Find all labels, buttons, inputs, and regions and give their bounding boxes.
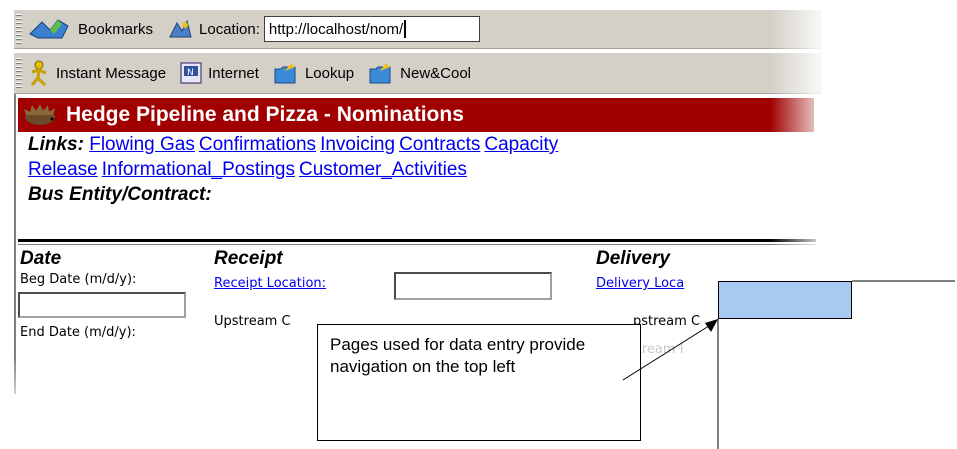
delivery-upstream-label: pstream C	[633, 314, 701, 329]
toolbar-grip-handle[interactable]	[16, 58, 22, 88]
url-text: http://localhost/nom/	[268, 20, 404, 38]
personal-toolbar: Instant Message N Internet Lookup New&Co…	[14, 52, 822, 94]
receipt-location-link[interactable]: Receipt Location:	[214, 276, 326, 291]
section-divider-shadow	[18, 244, 816, 245]
location-toolbar: Bookmarks Location: http://localhost/nom…	[14, 10, 822, 49]
links-label: Links:	[28, 134, 84, 155]
delivery-heading: Delivery	[596, 248, 670, 269]
beg-date-label: Beg Date (m/d/y):	[20, 272, 137, 287]
lookup-folder-icon	[274, 63, 296, 84]
receipt-location-input[interactable]	[394, 272, 552, 300]
annotation-callout: Pages used for data entry provide naviga…	[317, 324, 641, 441]
date-heading: Date	[20, 248, 62, 269]
page-title-bar: Hedge Pipeline and Pizza - Nominations	[18, 98, 814, 132]
lookup-label: Lookup	[304, 64, 355, 82]
instant-message-button[interactable]: Instant Message	[28, 60, 166, 86]
section-divider	[18, 239, 816, 242]
text-caret	[404, 20, 407, 38]
annotation-text: Pages used for data entry provide naviga…	[330, 335, 586, 376]
link-contracts[interactable]: Contracts	[399, 134, 480, 155]
location-label: Location:	[199, 20, 260, 38]
link-confirmations[interactable]: Confirmations	[199, 134, 316, 155]
hedgehog-logo-icon	[24, 104, 55, 125]
link-customer-activities[interactable]: Customer_Activities	[299, 159, 467, 180]
beg-date-input[interactable]	[18, 292, 186, 318]
annotation-highlight-box	[718, 281, 852, 319]
delivery-location-link[interactable]: Delivery Loca	[596, 276, 684, 291]
location-icon	[169, 19, 192, 38]
svg-text:N: N	[187, 68, 194, 78]
internet-icon: N	[180, 62, 202, 84]
instant-message-icon	[30, 60, 47, 86]
lookup-button[interactable]: Lookup	[273, 61, 354, 85]
instant-message-label: Instant Message	[56, 64, 167, 82]
link-informational-postings[interactable]: Informational_Postings	[102, 159, 295, 180]
link-invoicing[interactable]: Invoicing	[320, 134, 395, 155]
navigation-links: Links: Flowing Gas Confirmations Invoicing…	[28, 132, 818, 207]
new-and-cool-button[interactable]: New&Cool	[368, 61, 471, 85]
link-flowing-gas[interactable]: Flowing Gas	[89, 134, 195, 155]
page-title: Hedge Pipeline and Pizza - Nominations	[66, 103, 464, 126]
internet-button[interactable]: N Internet	[180, 62, 259, 84]
bookmarks-icon	[29, 19, 69, 39]
new-and-cool-label: New&Cool	[400, 64, 472, 82]
bus-entity-contract-label: Bus Entity/Contract:	[28, 184, 212, 205]
internet-label: Internet	[208, 64, 259, 82]
receipt-upstream-label: Upstream C	[214, 314, 291, 329]
receipt-heading: Receipt	[214, 248, 283, 269]
bookmarks-button[interactable]: Bookmarks	[28, 16, 153, 42]
toolbar-grip-handle[interactable]	[16, 14, 22, 44]
url-input[interactable]: http://localhost/nom/	[263, 16, 480, 42]
new-and-cool-folder-icon	[369, 63, 391, 84]
location-label-group: Location:	[167, 17, 260, 41]
bookmarks-label: Bookmarks	[78, 20, 154, 38]
end-date-label: End Date (m/d/y):	[20, 325, 136, 340]
